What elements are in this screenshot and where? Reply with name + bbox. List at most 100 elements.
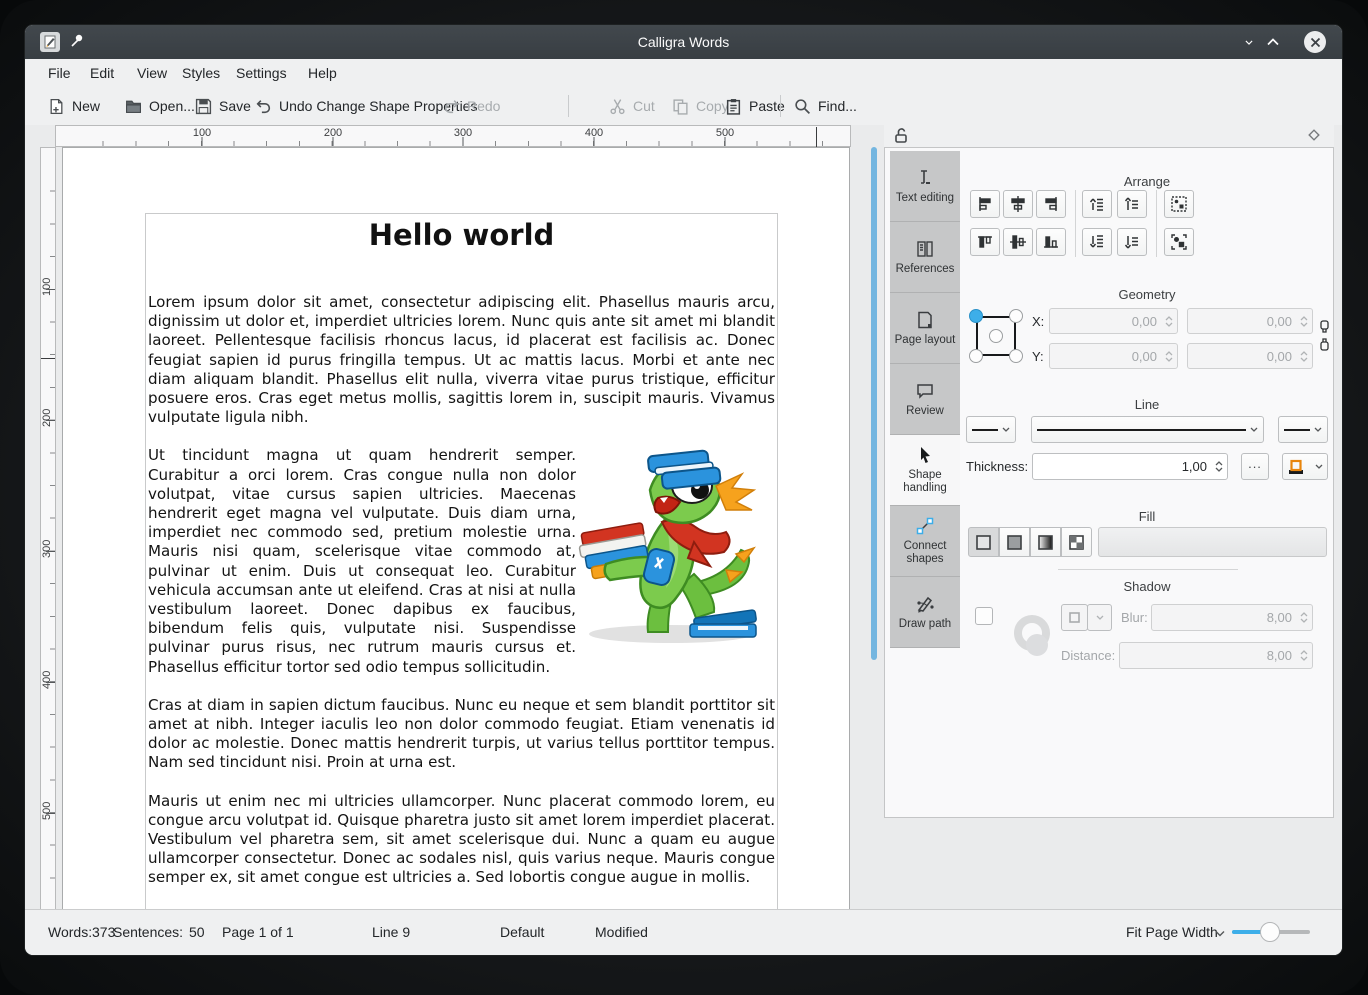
tab-page-layout[interactable]: Page layout [890,293,960,364]
redo-button[interactable]: Redo [439,91,504,121]
tab-references[interactable]: References [890,222,960,293]
anchor-center[interactable] [989,329,1003,343]
fill-pattern-button[interactable] [1061,527,1092,557]
text-frame[interactable]: Hello world Lorem ipsum dolor sit amet, … [145,213,778,910]
more-dots-label: ... [1248,456,1262,471]
send-to-back-button[interactable] [1082,228,1112,256]
maximize-button[interactable] [1264,33,1282,51]
shadow-color-dropdown[interactable] [1087,604,1112,631]
line-join-style-button[interactable] [1282,453,1328,480]
paragraph[interactable]: Lorem ipsum dolor sit amet, consectetur … [148,293,775,427]
inline-image-wrap[interactable] [576,446,775,653]
new-button[interactable]: New [44,91,104,121]
line-style-select[interactable] [1031,416,1264,443]
width-spinbox[interactable]: 0,00 [1187,308,1313,334]
open-button[interactable]: Open... [121,91,199,121]
y-label: Y: [1032,349,1044,364]
lock-icon[interactable] [894,128,908,144]
align-top-button[interactable] [970,228,1000,256]
tab-connect-shapes[interactable]: Connect shapes [890,506,960,577]
style-indicator[interactable]: Default [500,924,544,940]
tab-text-editing[interactable]: Text editing [890,151,960,222]
align-left-button[interactable] [970,190,1000,218]
anchor-top-right[interactable] [1009,309,1023,323]
save-button[interactable]: Save [191,91,255,121]
float-docker-icon[interactable] [1308,129,1320,141]
paragraph[interactable]: Ut tincidunt magna ut quam hendrerit sem… [148,446,775,676]
text-cursor-icon [915,168,935,188]
align-center-horizontal-button[interactable] [1003,190,1033,218]
zoom-slider[interactable] [1232,930,1310,934]
paste-clipboard-icon [725,98,742,115]
page-indicator[interactable]: Page 1 of 1 [222,924,294,940]
menu-help[interactable]: Help [308,59,337,87]
horizontal-ruler[interactable]: 100 200 300 400 500 [55,125,851,147]
tab-review[interactable]: Review [890,364,960,435]
paragraph[interactable]: Cras at diam in sapien dictum faucibus. … [148,696,775,773]
anchor-bottom-left[interactable] [969,349,983,363]
paragraph[interactable]: Mauris ut enim nec mi ultricies ullamcor… [148,792,775,888]
distance-spinbox[interactable]: 8,00 [1119,642,1313,669]
tool-options-docker-header[interactable] [884,125,1334,147]
fill-solid-button[interactable] [999,527,1030,557]
vertical-ruler[interactable]: 100 200 300 400 500 [40,147,56,910]
distance-label: Distance: [1061,648,1115,663]
search-icon [794,98,811,115]
fill-color-bar[interactable] [1098,527,1327,557]
tab-label: Connect shapes [890,540,960,566]
tab-label: Shape handling [890,469,960,495]
close-button[interactable] [1304,31,1326,53]
raise-shape-button[interactable] [1117,190,1147,218]
paste-button[interactable]: Paste [721,91,789,121]
menu-settings[interactable]: Settings [236,59,287,87]
x-position-spinbox[interactable]: 0,00 [1049,308,1178,334]
shadow-enable-checkbox[interactable] [975,607,993,625]
zoom-slider-knob[interactable] [1260,922,1280,942]
menu-view[interactable]: View [137,59,167,87]
y-position-spinbox[interactable]: 0,00 [1049,343,1178,369]
zoom-mode-select[interactable]: Fit Page Width [1126,924,1218,940]
find-button[interactable]: Find... [790,91,861,121]
ungroup-shapes-button[interactable] [1164,228,1194,256]
tab-draw-path[interactable]: Draw path [890,577,960,648]
anchor-position-widget[interactable] [969,309,1023,363]
chevron-down-icon[interactable] [1215,930,1225,937]
line-end-marker-select[interactable] [1278,416,1328,443]
group-shapes-button[interactable] [1164,190,1194,218]
minimize-button[interactable] [1240,33,1258,51]
titlebar[interactable]: Calligra Words [25,25,1342,59]
words-label: Words: [48,924,92,940]
menu-styles[interactable]: Styles [182,59,220,87]
height-spinbox[interactable]: 0,00 [1187,343,1313,369]
blur-value: 8,00 [1152,610,1296,625]
vertical-scrollbar[interactable] [871,147,877,660]
menu-file[interactable]: File [48,59,71,87]
line-options-more-button[interactable]: ... [1241,453,1269,480]
align-bottom-button[interactable] [1036,228,1066,256]
align-right-button[interactable] [1036,190,1066,218]
blur-spinbox[interactable]: 8,00 [1151,604,1313,631]
thickness-spinbox[interactable]: 1,00 [1032,453,1228,480]
align-center-vertical-button[interactable] [1003,228,1033,256]
keep-aspect-ratio-icon[interactable] [1319,338,1330,351]
shadow-angle-knob[interactable] [1026,634,1048,656]
fill-gradient-button[interactable] [1030,527,1061,557]
ruler-margin-marker[interactable] [816,127,817,147]
keep-aspect-ratio-icon[interactable] [1319,320,1330,333]
anchor-bottom-right[interactable] [1009,349,1023,363]
ruler-margin-marker[interactable] [41,358,55,359]
save-icon [195,98,212,115]
cut-button[interactable]: Cut [605,91,659,121]
document-heading[interactable]: Hello world [146,218,777,252]
shadow-color-button[interactable] [1061,604,1088,631]
fill-none-button[interactable] [968,527,999,557]
save-button-label: Save [219,98,251,114]
konqi-mascot-image[interactable] [576,446,775,653]
document-page[interactable]: Hello world Lorem ipsum dolor sit amet, … [62,147,850,910]
bring-to-front-button[interactable] [1082,190,1112,218]
tab-shape-handling[interactable]: Shape handling [890,435,960,506]
anchor-top-left[interactable] [969,309,983,323]
menu-edit[interactable]: Edit [90,59,114,87]
lower-shape-button[interactable] [1117,228,1147,256]
line-start-marker-select[interactable] [966,416,1016,443]
